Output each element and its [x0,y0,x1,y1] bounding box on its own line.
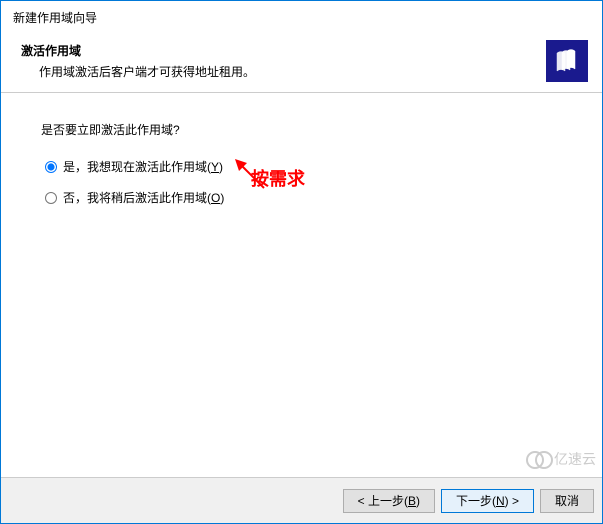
radio-group: 是，我想现在激活此作用域(Y) 否，我将稍后激活此作用域(O) [41,158,562,206]
radio-no-suffix: ) [220,191,224,205]
window-title: 新建作用域向导 [1,1,602,34]
radio-yes-label[interactable]: 是，我想现在激活此作用域(Y) [63,158,223,175]
next-prefix: 下一步( [456,494,496,508]
radio-no-hotkey: O [211,191,220,205]
cancel-button[interactable]: 取消 [540,489,594,513]
back-button[interactable]: < 上一步(B) [343,489,435,513]
activation-question: 是否要立即激活此作用域? [41,121,562,138]
watermark: 亿速云 [526,449,596,469]
wizard-header: 激活作用域 作用域激活后客户端才可获得地址租用。 [1,34,602,93]
header-title: 激活作用域 [21,42,582,59]
back-suffix: ) [416,494,420,508]
scope-icon [546,40,588,82]
wizard-window: 新建作用域向导 激活作用域 作用域激活后客户端才可获得地址租用。 是否要立即激活… [0,0,603,524]
wizard-content: 是否要立即激活此作用域? 是，我想现在激活此作用域(Y) 否，我将稍后激活此作用… [1,93,602,248]
cancel-label: 取消 [555,494,579,508]
next-button[interactable]: 下一步(N) > [441,489,534,513]
radio-yes-text: 是，我想现在激活此作用域( [63,160,211,174]
back-hotkey: B [408,494,416,508]
next-hotkey: N [496,494,505,508]
radio-no-input[interactable] [45,192,57,204]
button-bar: < 上一步(B) 下一步(N) > 取消 [1,477,602,523]
header-description: 作用域激活后客户端才可获得地址租用。 [21,63,582,80]
next-suffix: ) > [505,494,519,508]
radio-yes-suffix: ) [219,160,223,174]
radio-no-text: 否，我将稍后激活此作用域( [63,191,211,205]
back-prefix: < 上一步( [358,494,408,508]
radio-yes-hotkey: Y [211,160,219,174]
watermark-text: 亿速云 [554,449,596,469]
radio-option-no[interactable]: 否，我将稍后激活此作用域(O) [45,189,562,206]
radio-option-yes[interactable]: 是，我想现在激活此作用域(Y) [45,158,562,175]
radio-yes-input[interactable] [45,161,57,173]
watermark-logo-icon [526,450,552,468]
radio-no-label[interactable]: 否，我将稍后激活此作用域(O) [63,189,224,206]
